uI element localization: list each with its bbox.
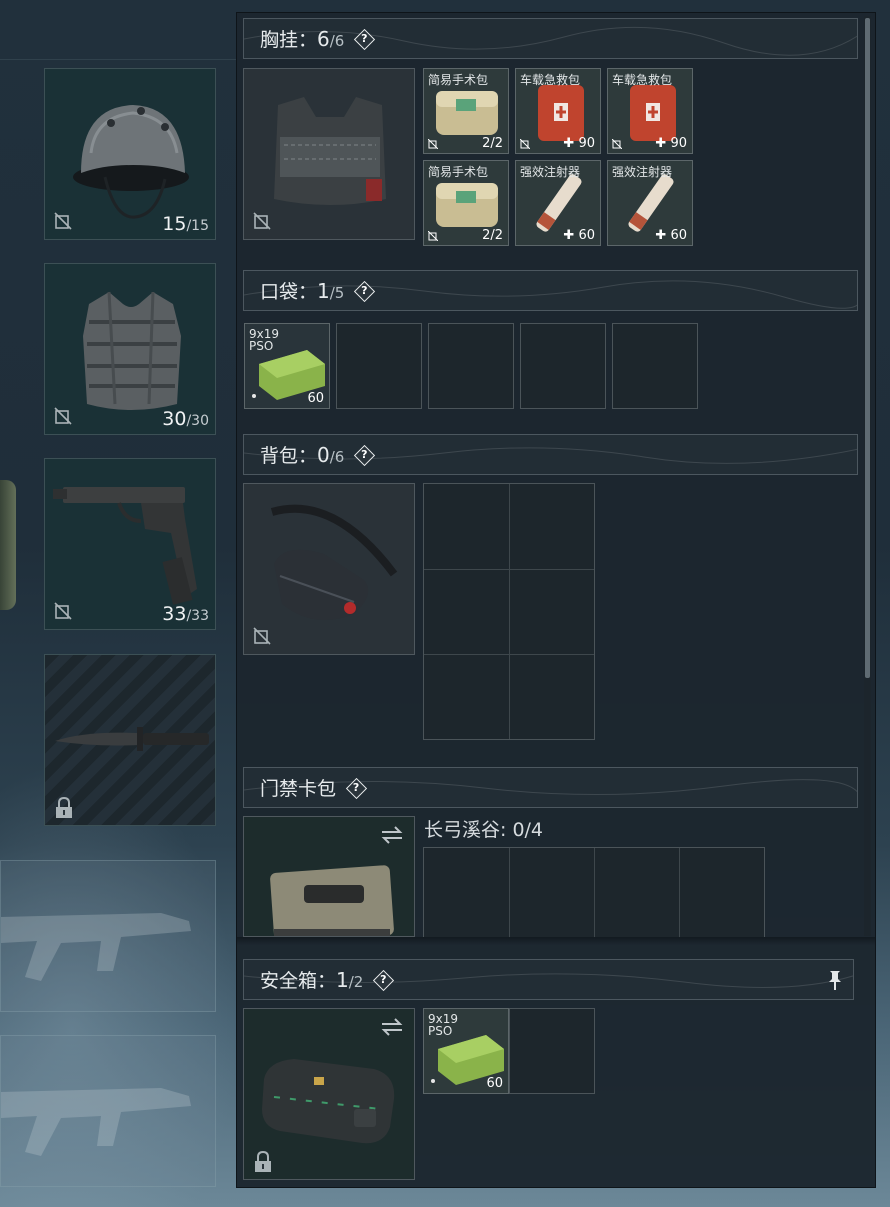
pockets-title: 口袋： [260,281,318,303]
swap-icon[interactable] [380,1017,404,1037]
rifle-silhouette-icon [1,1088,191,1156]
pocket-slot-empty[interactable] [336,323,422,409]
panel-divider [237,937,875,945]
stim-injector-item[interactable]: 强效注射器 ✚ 60 [515,160,601,246]
secondary-weapon-slot[interactable] [0,1035,216,1187]
no-drop-icon [520,139,530,149]
chest-rig-title: 胸挂： [260,29,318,51]
rifle-silhouette-icon [1,913,191,981]
no-drop-icon [54,212,72,230]
character-model-edge [0,480,16,610]
backpack-max: /6 [329,448,345,466]
backpack-grid[interactable] [423,483,595,740]
backpack-count: 0 [317,443,330,467]
pockets-header: 口袋：1/5 ? [243,270,858,311]
no-drop-icon [253,627,271,645]
help-icon[interactable]: ? [354,29,374,49]
safebox-slot[interactable] [243,1008,415,1180]
lock-icon [255,1151,271,1172]
no-drop-icon [428,231,438,241]
stim-injector-item[interactable]: 强效注射器 ✚ 60 [607,160,693,246]
help-icon[interactable]: ? [373,970,393,990]
backpack-title: 背包： [260,445,318,467]
pocket-slot-empty[interactable] [612,323,698,409]
surgery-kit-item[interactable]: 简易手术包 2/2 [423,160,509,246]
no-drop-icon [54,407,72,425]
no-drop-icon [428,139,438,149]
chest-rig-count: 6 [317,27,330,51]
armor-durability: 30/30 [162,408,209,430]
pocket-slot-empty[interactable] [428,323,514,409]
keycard-title: 门禁卡包 [260,778,337,800]
chest-rig-max: /6 [329,32,345,50]
first-aid-kit-item[interactable]: 车载急救包 ✚ 90 [515,68,601,154]
first-aid-kit-item[interactable]: 车载急救包 ✚ 90 [607,68,693,154]
safebox-count: 1 [336,968,349,992]
chest-rig-slot[interactable] [243,68,415,240]
keycard-capacity-label: 长弓溪谷: 0/4 [424,819,544,841]
no-drop-icon [54,602,72,620]
safebox-header: 安全箱：1/2 ? [243,959,854,1000]
chest-rig-header: 胸挂：6/6 ? [243,18,858,59]
help-icon[interactable]: ? [354,281,374,301]
help-icon[interactable]: ? [346,778,366,798]
scrollbar-thumb[interactable] [865,18,870,678]
no-drop-icon [612,139,622,149]
safebox-title: 安全箱： [260,970,337,992]
ammo-box-item[interactable]: 9x19 PSO 60 [244,323,330,409]
pockets-count: 1 [317,279,330,303]
safebox-max: /2 [348,973,364,991]
helmet-durability: 15/15 [162,213,209,235]
surgery-kit-item[interactable]: 简易手术包 2/2 [423,68,509,154]
keycard-case-slot[interactable] [243,816,415,937]
pockets-max: /5 [329,284,345,302]
lock-icon [56,797,72,818]
dot-indicator [431,1079,435,1083]
pistol-ammo-count: 33/33 [162,603,209,625]
no-drop-icon [253,212,271,230]
topo-pattern [244,779,857,796]
keycard-grid[interactable] [423,847,765,938]
melee-slot[interactable] [44,654,216,826]
ammo-box-item[interactable]: 9x19 PSO 60 [423,1008,509,1094]
body-armor-slot[interactable]: 30/30 [44,263,216,435]
safebox-slot-empty[interactable] [509,1008,595,1094]
keycard-header: 门禁卡包 ? [243,767,858,808]
backpack-header: 背包：0/6 ? [243,434,858,475]
help-icon[interactable]: ? [354,445,374,465]
primary-weapon-slot[interactable] [0,860,216,1012]
pocket-slot-empty[interactable] [520,323,606,409]
pin-icon[interactable] [827,969,843,991]
swap-icon[interactable] [380,825,404,845]
backpack-slot[interactable] [243,483,415,655]
pistol-slot[interactable]: 33/33 [44,458,216,630]
helmet-slot[interactable]: 15/15 [44,68,216,240]
dot-indicator [252,394,256,398]
background-grid [0,0,236,60]
